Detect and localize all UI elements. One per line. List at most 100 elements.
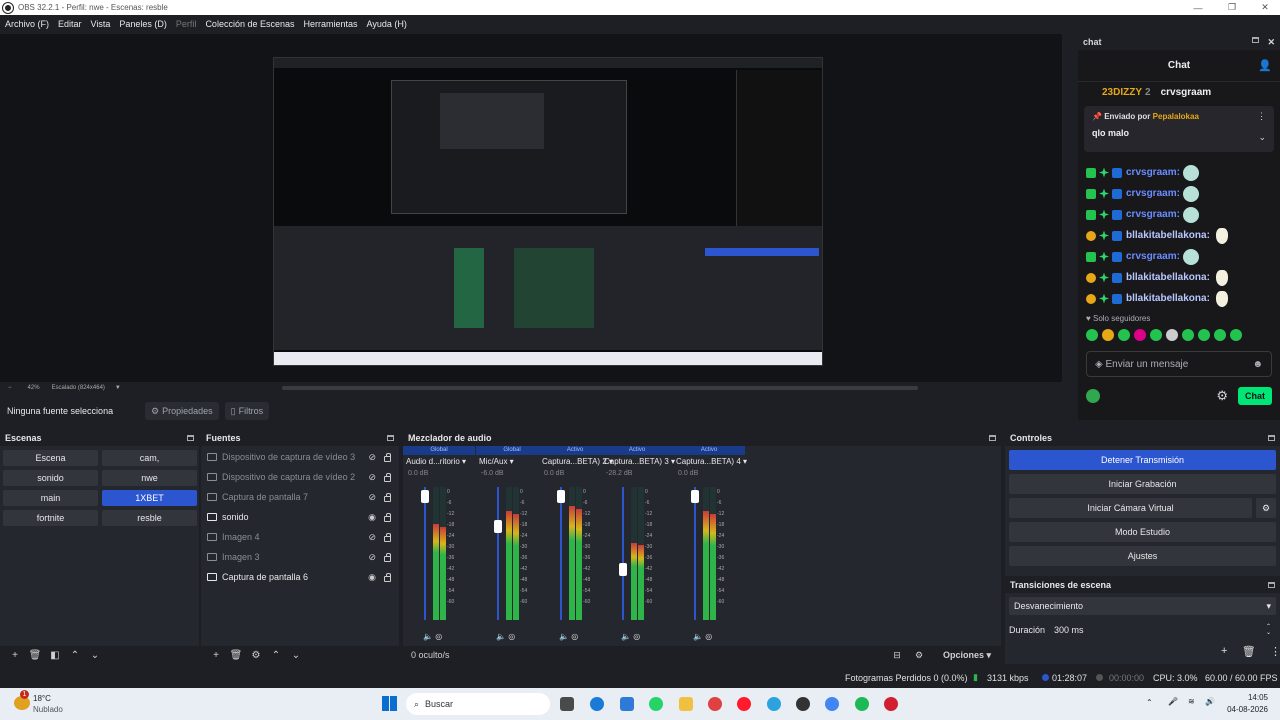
volume-icon[interactable]: 🔊 xyxy=(1205,697,1215,706)
scene-item[interactable]: resble xyxy=(102,510,197,526)
preview-scrollbar[interactable] xyxy=(282,386,918,390)
chat-message[interactable]: bllakitabellakona: xyxy=(1078,267,1280,288)
emoji-icon[interactable]: ☻ xyxy=(1252,359,1263,370)
duration-spinbox[interactable]: 300 ms ⌃ ⌄ xyxy=(1049,621,1276,639)
lock-icon[interactable] xyxy=(384,533,391,542)
source-item[interactable]: Dispositivo de captura de vídeo 2 ⊘ xyxy=(201,467,399,487)
emote-icon[interactable] xyxy=(1198,329,1210,341)
speaker-icon[interactable]: 🔈 xyxy=(559,632,569,641)
users-icon[interactable]: 👤 xyxy=(1258,59,1272,72)
chat-username[interactable]: crvsgraam: xyxy=(1126,167,1180,178)
move-up-icon[interactable]: ⌃ xyxy=(266,650,286,661)
mixer-layout-icon[interactable]: ⊟ xyxy=(891,650,903,661)
remove-transition-icon[interactable]: 🗑 xyxy=(1242,645,1256,658)
eye-hidden-icon[interactable]: ⊘ xyxy=(368,492,376,503)
tray-chevron-icon[interactable]: ⌃ xyxy=(1146,698,1153,707)
source-item[interactable]: Imagen 3 ⊘ xyxy=(201,547,399,567)
speaker-icon[interactable]: 🔈 xyxy=(693,632,703,641)
volume-fader[interactable] xyxy=(691,487,699,620)
fader-knob[interactable] xyxy=(494,520,502,533)
chevron-down-icon[interactable]: ▾ xyxy=(507,457,514,466)
chat-input[interactable]: ◈ Enviar un mensaje ☻ xyxy=(1086,351,1272,377)
fader-knob[interactable] xyxy=(557,490,565,503)
emote-icon[interactable] xyxy=(1134,329,1146,341)
filters-button[interactable]: ▯ Filtros xyxy=(224,402,270,420)
zoom-dropdown-icon[interactable]: ▼ xyxy=(115,385,121,391)
source-item[interactable]: sonido ◉ xyxy=(201,507,399,527)
remove-scene-icon[interactable]: 🗑 xyxy=(25,650,45,661)
properties-button[interactable]: ⚙ Propiedades xyxy=(145,402,219,420)
scene-filters-icon[interactable]: ◧ xyxy=(45,650,65,661)
scene-item[interactable]: Escena xyxy=(3,450,98,466)
volume-fader[interactable] xyxy=(421,487,429,620)
scene-item[interactable]: main xyxy=(3,490,98,506)
chat-username[interactable]: crvsgraam: xyxy=(1126,209,1180,220)
undock-icon[interactable] xyxy=(989,435,996,441)
spotify-icon[interactable] xyxy=(855,697,869,711)
stop-stream-button[interactable]: Detener Transmisión xyxy=(1009,450,1276,470)
eye-hidden-icon[interactable]: ⊘ xyxy=(368,532,376,543)
lock-icon[interactable] xyxy=(384,553,391,562)
scene-item[interactable]: fortnite xyxy=(3,510,98,526)
temperature[interactable]: 18°C xyxy=(33,694,51,703)
minimize-button[interactable]: — xyxy=(1181,0,1215,15)
eye-hidden-icon[interactable]: ⊘ xyxy=(368,552,376,563)
chat-username[interactable]: bllakitabellakona: xyxy=(1126,293,1210,304)
pinned-by-user[interactable]: Pepalalokaa xyxy=(1153,112,1199,121)
more-icon[interactable]: ⋮ xyxy=(1270,645,1280,658)
chat-username[interactable]: crvsgraam: xyxy=(1126,188,1180,199)
emote-icon[interactable] xyxy=(1230,329,1242,341)
volume-fader[interactable] xyxy=(494,487,502,620)
move-up-icon[interactable]: ⌃ xyxy=(65,650,85,661)
speaker-icon[interactable]: 🔈 xyxy=(621,632,631,641)
eye-icon[interactable]: ◉ xyxy=(368,512,376,523)
chat-send-button[interactable]: Chat xyxy=(1238,387,1272,405)
emote-icon[interactable] xyxy=(1214,329,1226,341)
chat-message[interactable]: bllakitabellakona: xyxy=(1078,288,1280,309)
obs-taskbar-icon[interactable] xyxy=(796,697,810,711)
scene-item[interactable]: sonido xyxy=(3,470,98,486)
unpin-icon[interactable]: ⋮ xyxy=(1257,111,1266,122)
undock-icon[interactable] xyxy=(1268,435,1275,441)
emote-icon[interactable] xyxy=(1086,329,1098,341)
mixer-options-button[interactable]: Opciones ▾ xyxy=(939,650,995,661)
undock-icon[interactable] xyxy=(1268,582,1275,588)
chat-username[interactable]: bllakitabellakona: xyxy=(1126,230,1210,241)
headphones-icon[interactable]: ◎ xyxy=(569,632,578,641)
app-icon[interactable] xyxy=(708,697,722,711)
lock-icon[interactable] xyxy=(384,513,391,522)
volume-fader[interactable] xyxy=(619,487,627,620)
lock-icon[interactable] xyxy=(384,473,391,482)
studio-mode-button[interactable]: Modo Estudio xyxy=(1009,522,1276,542)
lock-icon[interactable] xyxy=(384,453,391,462)
source-settings-icon[interactable]: ⚙ xyxy=(246,650,266,661)
menu-vista[interactable]: Vista xyxy=(86,19,115,29)
eye-icon[interactable]: ◉ xyxy=(368,572,376,583)
chat-message[interactable]: crvsgraam: xyxy=(1078,246,1280,267)
channel-name[interactable]: Captura...BETA) 4 ▾ xyxy=(673,457,747,466)
virtual-cam-settings-icon[interactable]: ⚙ xyxy=(1256,498,1276,518)
emote-icon[interactable] xyxy=(1150,329,1162,341)
eye-hidden-icon[interactable]: ⊘ xyxy=(368,452,376,463)
chevron-down-icon[interactable]: ⌄ xyxy=(1258,132,1266,143)
headphones-icon[interactable]: ◎ xyxy=(506,632,515,641)
speaker-icon[interactable]: 🔈 xyxy=(423,632,433,641)
chat-message[interactable]: crvsgraam: xyxy=(1078,204,1280,225)
speaker-icon[interactable]: 🔈 xyxy=(496,632,506,641)
move-down-icon[interactable]: ⌄ xyxy=(85,650,105,661)
channel-name[interactable]: Captura...BETA) 3 ▾ xyxy=(601,457,675,466)
fader-knob[interactable] xyxy=(619,563,627,576)
top-user-2[interactable]: crvsgraam xyxy=(1161,87,1212,98)
headphones-icon[interactable]: ◎ xyxy=(703,632,712,641)
chat-settings-icon[interactable]: ⚙ xyxy=(1216,388,1228,404)
scene-item[interactable]: nwe xyxy=(102,470,197,486)
clock-time[interactable]: 14:05 xyxy=(1222,693,1268,702)
telegram-icon[interactable] xyxy=(767,697,781,711)
fader-knob[interactable] xyxy=(691,490,699,503)
virtual-camera-button[interactable]: Iniciar Cámara Virtual xyxy=(1009,498,1252,518)
chat-message[interactable]: bllakitabellakona: xyxy=(1078,225,1280,246)
windows-start-icon[interactable] xyxy=(382,696,397,711)
undock-icon[interactable] xyxy=(387,435,394,441)
maximize-button[interactable]: ❐ xyxy=(1215,0,1249,15)
menu-herramientas[interactable]: Herramientas xyxy=(299,19,362,29)
